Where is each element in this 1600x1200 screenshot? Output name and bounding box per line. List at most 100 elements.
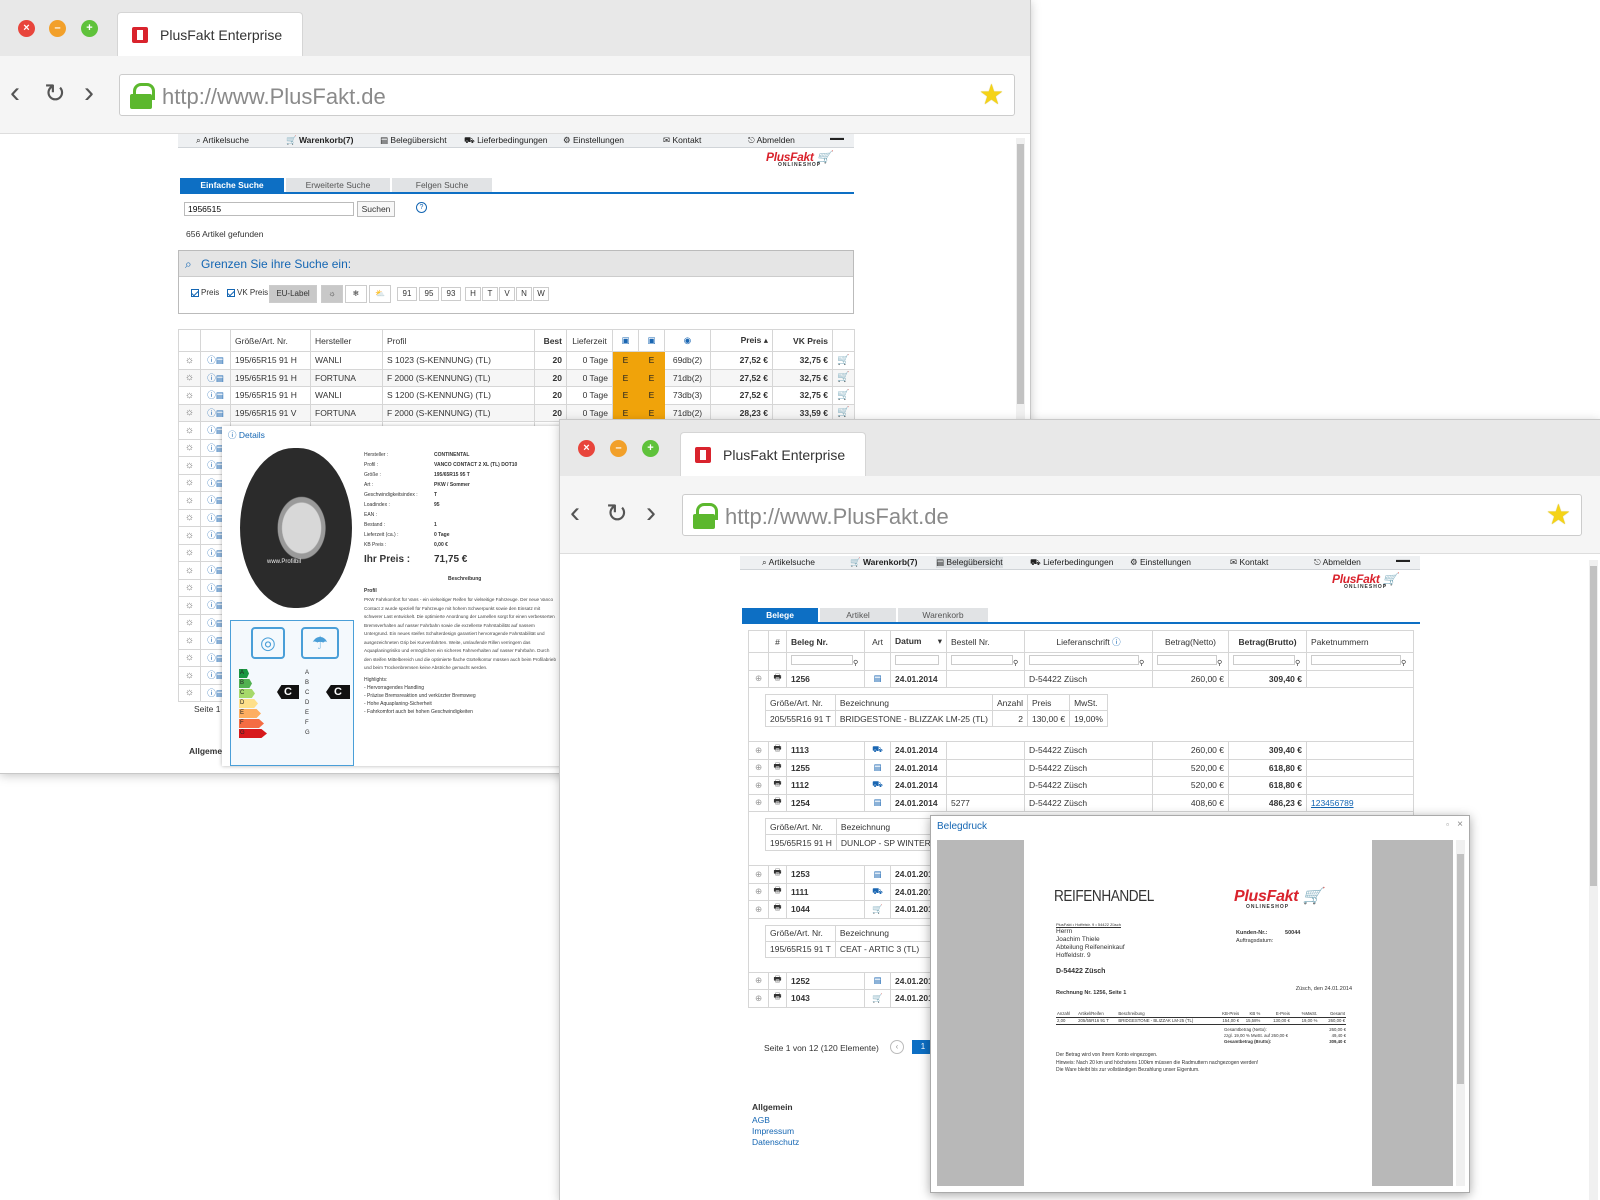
checkbox-checked-icon[interactable] bbox=[191, 288, 199, 297]
expand-icon[interactable]: ⊕ bbox=[748, 758, 769, 777]
expand-icon[interactable]: ⊕ bbox=[748, 669, 769, 688]
filter-cell[interactable]: ⚲ bbox=[1306, 652, 1414, 671]
help-icon[interactable]: ⓘ bbox=[1112, 637, 1121, 647]
filter-icon[interactable]: ⚲ bbox=[1139, 660, 1144, 667]
menu-warenkorb[interactable]: 🛒 Warenkorb(7) bbox=[286, 135, 353, 146]
table-row[interactable]: ⊕ 🖶 1255 ▤ 24.01.2014 D-54422 Züsch 520,… bbox=[748, 758, 1414, 777]
table-row[interactable]: ☼ ⓘ▤ 195/65R15 91 H WANLI S 1023 (S-KENN… bbox=[178, 351, 855, 370]
info-icon[interactable]: ⓘ▤ bbox=[200, 403, 231, 422]
search-input[interactable] bbox=[184, 202, 354, 216]
allseason-icon[interactable]: ⛅ bbox=[369, 285, 391, 303]
back-icon[interactable]: ‹ bbox=[10, 78, 20, 108]
menu-beleguebersicht[interactable]: ▤ Belegübersicht bbox=[380, 135, 447, 146]
col-best[interactable]: Best bbox=[534, 329, 567, 352]
filter-cell[interactable]: ⚲ bbox=[1024, 652, 1153, 671]
print-icon[interactable]: 🖶 bbox=[768, 865, 787, 884]
col-price[interactable]: Preis ▴ bbox=[710, 329, 773, 352]
maximize-window-button[interactable]: + bbox=[642, 440, 659, 457]
fuel-label-icon[interactable]: ▣ bbox=[612, 329, 639, 352]
table-row[interactable]: ⊕ 🖶 1256 ▤ 24.01.2014 D-54422 Züsch 260,… bbox=[748, 669, 1414, 688]
filter-icon[interactable]: ⚲ bbox=[1217, 660, 1222, 667]
col-delivery[interactable]: Lieferzeit bbox=[566, 329, 613, 352]
col-size[interactable]: Größe/Art. Nr. bbox=[230, 329, 311, 352]
print-icon[interactable]: 🖶 bbox=[768, 741, 787, 760]
speed-chip[interactable]: T bbox=[482, 287, 498, 301]
print-icon[interactable]: 🖶 bbox=[768, 776, 787, 795]
speed-chip[interactable]: V bbox=[499, 287, 515, 301]
col-datum[interactable]: Datum ▾ bbox=[890, 630, 947, 653]
col-bestell[interactable]: Bestell Nr. bbox=[946, 630, 1025, 653]
print-icon[interactable]: 🖶 bbox=[768, 882, 787, 901]
print-icon[interactable]: 🖶 bbox=[768, 758, 787, 777]
checkbox-checked-icon[interactable] bbox=[227, 288, 235, 297]
filter-cell[interactable]: ⚲ bbox=[1228, 652, 1307, 671]
speed-chip[interactable]: N bbox=[516, 287, 532, 301]
menu-einstellungen[interactable]: ⚙ Einstellungen bbox=[1130, 557, 1191, 568]
cell-paket[interactable]: 123456789 bbox=[1306, 793, 1414, 812]
tab-warenkorb[interactable]: Warenkorb bbox=[898, 608, 988, 622]
language-flags-icon[interactable]: ▬▬ bbox=[830, 135, 844, 142]
col-profile[interactable]: Profil bbox=[382, 329, 535, 352]
url-field[interactable]: http://www.PlusFakt.de ★ bbox=[682, 494, 1582, 536]
info-icon[interactable]: ⓘ▤ bbox=[200, 351, 231, 370]
table-row[interactable]: ⊕ 🖶 1113 ⛟ 24.01.2014 D-54422 Züsch 260,… bbox=[748, 741, 1414, 760]
menu-einstellungen[interactable]: ⚙ Einstellungen bbox=[563, 135, 624, 146]
expand-icon[interactable]: ⊕ bbox=[748, 971, 769, 990]
col-liefer[interactable]: Lieferanschrift ⓘ bbox=[1024, 630, 1153, 653]
reload-icon[interactable]: ↻ bbox=[44, 78, 66, 108]
speed-chip[interactable]: W bbox=[533, 287, 549, 301]
menu-kontakt[interactable]: ✉ Kontakt bbox=[663, 135, 701, 146]
print-icon[interactable]: 🖶 bbox=[768, 669, 787, 688]
filter-cell[interactable]: ⚲ bbox=[1152, 652, 1229, 671]
language-flags-icon[interactable]: ▬▬ bbox=[1396, 557, 1410, 564]
page-scrollbar[interactable] bbox=[1589, 560, 1598, 1200]
bookmark-star-icon[interactable]: ★ bbox=[979, 80, 1004, 110]
maximize-window-button[interactable]: + bbox=[81, 20, 98, 37]
forward-icon[interactable]: › bbox=[646, 498, 656, 528]
minimize-window-button[interactable]: – bbox=[49, 20, 66, 37]
summer-icon[interactable]: ☼ bbox=[321, 285, 343, 303]
menu-artikelsuche[interactable]: ⌕ Artikelsuche bbox=[196, 135, 249, 146]
back-icon[interactable]: ‹ bbox=[570, 498, 580, 528]
menu-lieferbedingungen[interactable]: ⛟ Lieferbedingungen bbox=[1030, 557, 1114, 569]
table-row[interactable]: ☼ ⓘ▤ 195/65R15 91 H FORTUNA F 2000 (S-KE… bbox=[178, 368, 855, 387]
menu-beleguebersicht[interactable]: ▤ Belegübersicht bbox=[936, 557, 1003, 568]
filter-vk-preis[interactable]: VK Preis bbox=[227, 288, 268, 297]
load-chip[interactable]: 95 bbox=[419, 287, 439, 301]
noise-label-icon[interactable]: ◉ bbox=[664, 329, 711, 352]
col-num[interactable]: # bbox=[768, 630, 787, 653]
info-icon[interactable]: ⓘ▤ bbox=[200, 368, 231, 387]
tab-erweiterte-suche[interactable]: Erweiterte Suche bbox=[286, 178, 390, 192]
add-to-cart-icon[interactable]: 🛒 bbox=[832, 403, 855, 422]
add-to-cart-icon[interactable]: 🛒 bbox=[832, 368, 855, 387]
print-icon[interactable]: 🖶 bbox=[768, 971, 787, 990]
filter-icon[interactable]: ⚲ bbox=[1401, 660, 1406, 667]
filter-icon[interactable]: ⚲ bbox=[1295, 660, 1300, 667]
menu-lieferbedingungen[interactable]: ⛟ Lieferbedingungen bbox=[464, 135, 548, 147]
footer-link-agb[interactable]: AGB bbox=[752, 1115, 799, 1126]
expand-icon[interactable]: ⊕ bbox=[748, 865, 769, 884]
browser-tab[interactable]: PlusFakt Enterprise -... bbox=[680, 432, 866, 507]
print-icon[interactable]: 🖶 bbox=[768, 900, 787, 919]
col-maker[interactable]: Hersteller bbox=[310, 329, 383, 352]
bookmark-star-icon[interactable]: ★ bbox=[1546, 500, 1571, 530]
expand-icon[interactable]: ⊕ bbox=[748, 741, 769, 760]
expand-icon[interactable]: ⊕ bbox=[748, 900, 769, 919]
col-netto[interactable]: Betrag(Netto) bbox=[1152, 630, 1229, 653]
speed-chip[interactable]: H bbox=[465, 287, 481, 301]
menu-artikelsuche[interactable]: ⌕ Artikelsuche bbox=[762, 557, 815, 568]
add-to-cart-icon[interactable]: 🛒 bbox=[832, 351, 855, 370]
table-row[interactable]: ☼ ⓘ▤ 195/65R15 91 V FORTUNA F 2000 (S-KE… bbox=[178, 403, 855, 422]
filter-cell[interactable] bbox=[890, 652, 947, 671]
filter-preis[interactable]: Preis bbox=[191, 288, 219, 297]
col-vk[interactable]: VK Preis bbox=[772, 329, 833, 352]
close-window-button[interactable]: × bbox=[578, 440, 595, 457]
col-art[interactable]: Art bbox=[864, 630, 891, 653]
close-icon[interactable]: × bbox=[1457, 819, 1463, 830]
minimize-window-button[interactable]: – bbox=[610, 440, 627, 457]
wet-label-icon[interactable]: ▣ bbox=[638, 329, 665, 352]
table-row[interactable]: ☼ ⓘ▤ 195/65R15 91 H WANLI S 1200 (S-KENN… bbox=[178, 386, 855, 405]
load-chip[interactable]: 93 bbox=[441, 287, 461, 301]
table-row[interactable]: ⊕ 🖶 1254 ▤ 24.01.2014 5277 D-54422 Züsch… bbox=[748, 793, 1414, 812]
tab-felgen-suche[interactable]: Felgen Suche bbox=[392, 178, 492, 192]
